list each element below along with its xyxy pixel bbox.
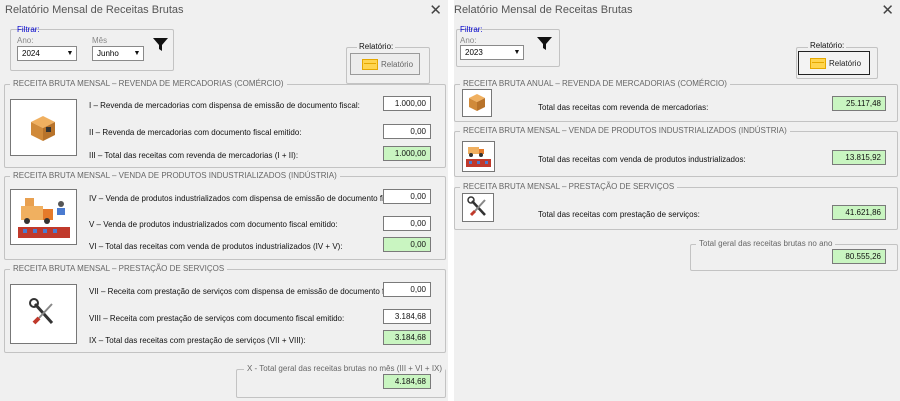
chevron-down-icon[interactable]: ▼ [64, 47, 76, 60]
right-total-legend: Total geral das receitas brutas no ano [696, 239, 836, 249]
package-box-icon [462, 89, 492, 117]
grand-total-year-field: 80.555,26 [832, 249, 886, 264]
right-report-button-label: Relatório [829, 59, 862, 68]
right-year-label: Ano: [460, 36, 477, 45]
right-year-select[interactable]: 2023 ▼ [460, 45, 524, 60]
left-section-services-legend: RECEITA BRUTA MENSAL – PRESTAÇÃO DE SERV… [10, 264, 228, 274]
left-window-title: Relatório Mensal de Receitas Brutas [5, 4, 184, 16]
left-report-button[interactable]: Relatório [350, 53, 420, 75]
wrench-screwdriver-icon [462, 193, 494, 222]
right-filter-title: Filtrar: [460, 25, 483, 34]
chevron-down-icon[interactable]: ▼ [511, 46, 523, 59]
left-year-value: 2024 [22, 49, 40, 58]
right-report-button[interactable]: Relatório [798, 51, 870, 75]
row-label: III – Total das receitas com revenda de … [89, 151, 299, 160]
report-folder-icon [362, 59, 378, 70]
left-section-industry-legend: RECEITA BRUTA MENSAL – VENDA DE PRODUTOS… [10, 171, 340, 181]
grand-total-month-field: 4.184,68 [383, 374, 431, 389]
row-label: VI – Total das receitas com venda de pro… [89, 242, 343, 251]
total-field-ix: 3.184,68 [383, 330, 431, 345]
value-field-ii[interactable]: 0,00 [383, 124, 431, 139]
package-box-icon [10, 99, 77, 156]
row-label: I – Revenda de mercadorias com dispensa … [89, 101, 360, 110]
left-section-commerce-legend: RECEITA BRUTA MENSAL – REVENDA DE MERCAD… [10, 79, 287, 89]
row-label: IX – Total das receitas com prestação de… [89, 336, 306, 345]
close-icon[interactable]: ✕ [881, 1, 894, 19]
left-titlebar: Relatório Mensal de Receitas Brutas ✕ [0, 0, 448, 20]
row-label: VIII – Receita com prestação de serviços… [89, 314, 345, 323]
close-icon[interactable]: ✕ [429, 1, 442, 19]
right-report-window: Relatório Mensal de Receitas Brutas ✕ Fi… [454, 0, 900, 401]
wrench-screwdriver-icon [10, 284, 77, 344]
right-industry-total-label: Total das receitas com venda de produtos… [538, 155, 746, 164]
value-field-v[interactable]: 0,00 [383, 216, 431, 231]
row-label: II – Revenda de mercadorias com document… [89, 128, 302, 137]
right-commerce-total-label: Total das receitas com revenda de mercad… [538, 103, 709, 112]
chevron-down-icon[interactable]: ▼ [131, 47, 143, 60]
row-label: IV – Venda de produtos industrializados … [89, 194, 401, 203]
left-filter-title: Filtrar: [17, 25, 40, 34]
left-report-label: Relatório: [357, 42, 396, 51]
left-month-label: Mês [92, 36, 108, 45]
value-field-i[interactable]: 1.000,00 [383, 96, 431, 111]
total-field-vi: 0,00 [383, 237, 431, 252]
right-section-services-legend: RECEITA BRUTA MENSAL – PRESTAÇÃO DE SERV… [460, 182, 678, 192]
row-label: V – Venda de produtos industrializados c… [89, 220, 338, 229]
right-year-value: 2023 [465, 48, 483, 57]
right-services-total-field: 41.621,86 [832, 205, 886, 220]
left-report-button-label: Relatório [381, 60, 414, 69]
right-commerce-total-field: 25.117,48 [832, 96, 886, 111]
report-folder-icon [810, 58, 826, 69]
left-year-select[interactable]: 2024 ▼ [17, 46, 77, 61]
funnel-filter-icon[interactable] [535, 34, 554, 53]
left-year-label: Ano: [17, 36, 34, 45]
left-month-select[interactable]: Junho ▼ [92, 46, 144, 61]
value-field-vii[interactable]: 0,00 [383, 282, 431, 297]
right-section-industry-legend: RECEITA BRUTA MENSAL – VENDA DE PRODUTOS… [460, 126, 790, 136]
factory-truck-icon [462, 141, 495, 172]
value-field-viii[interactable]: 3.184,68 [383, 309, 431, 324]
row-label: VII – Receita com prestação de serviços … [89, 287, 403, 296]
left-month-value: Junho [97, 49, 119, 58]
right-report-label: Relatório: [808, 41, 847, 50]
right-window-title: Relatório Mensal de Receitas Brutas [454, 4, 633, 16]
factory-truck-icon [10, 189, 77, 245]
value-field-iv[interactable]: 0,00 [383, 189, 431, 204]
funnel-filter-icon[interactable] [151, 35, 170, 54]
right-section-commerce-legend: RECEITA BRUTA ANUAL – REVENDA DE MERCADO… [460, 79, 730, 89]
left-total-legend: X - Total geral das receitas brutas no m… [244, 364, 446, 374]
right-services-total-label: Total das receitas com prestação de serv… [538, 210, 700, 219]
right-titlebar: Relatório Mensal de Receitas Brutas ✕ [454, 0, 900, 20]
total-field-iii: 1.000,00 [383, 146, 431, 161]
right-industry-total-field: 13.815,92 [832, 150, 886, 165]
left-report-window: Relatório Mensal de Receitas Brutas ✕ Fi… [0, 0, 448, 401]
